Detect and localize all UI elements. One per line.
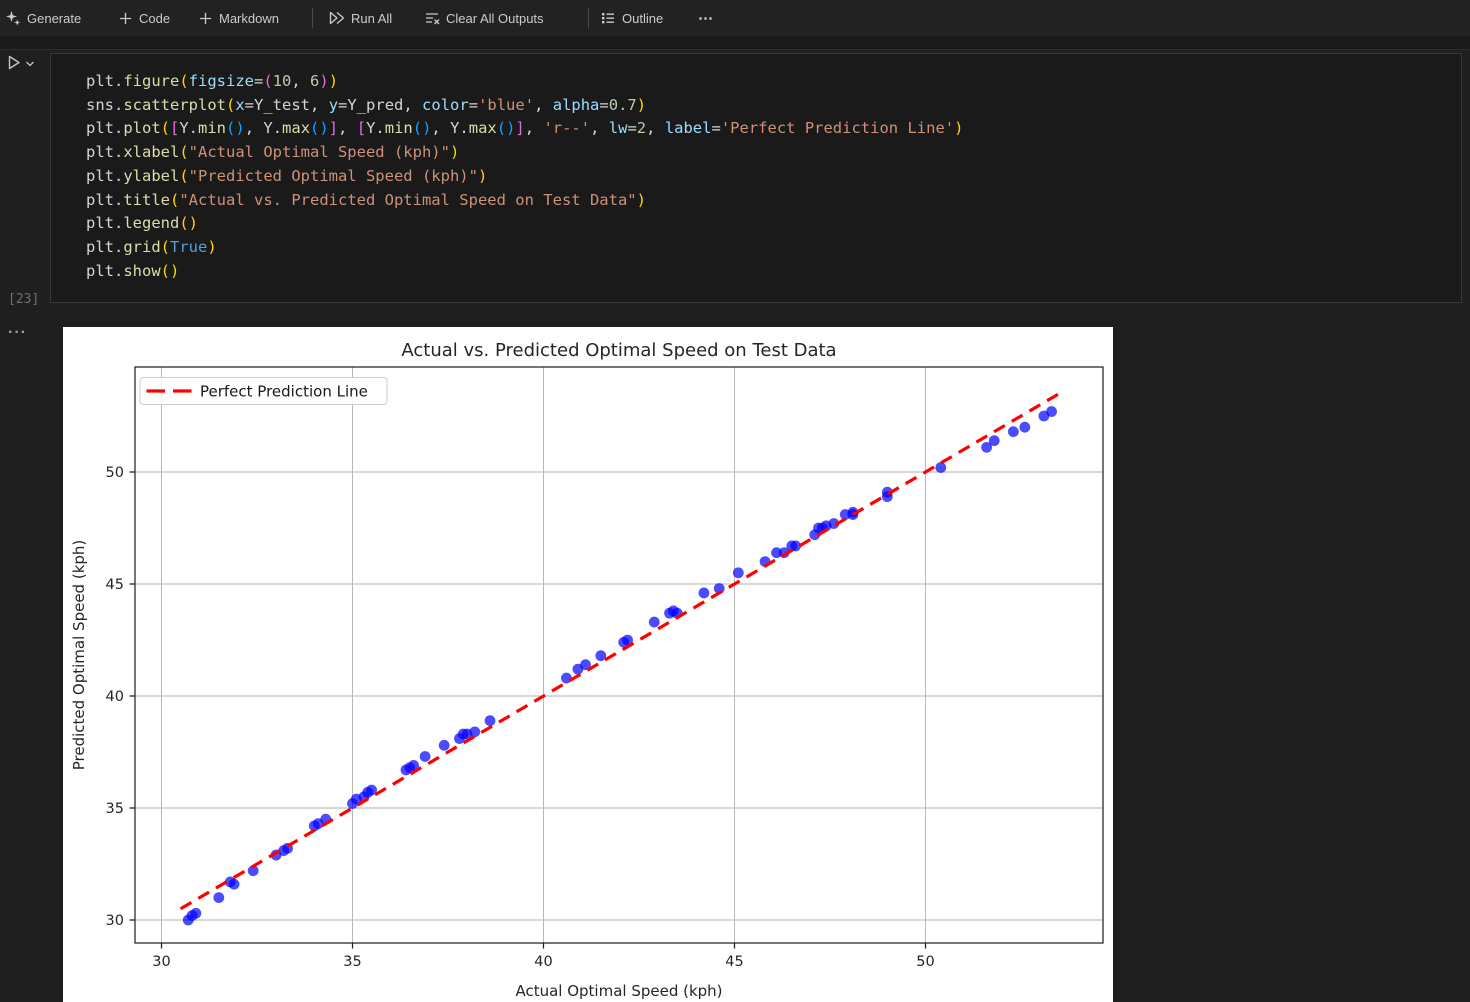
add-code-label: Code: [139, 11, 170, 26]
svg-text:30: 30: [106, 913, 124, 929]
svg-text:Actual vs. Predicted Optimal S: Actual vs. Predicted Optimal Speed on Te…: [401, 340, 836, 361]
outline-icon: [600, 10, 616, 26]
vscode-notebook: Generate Code Markdown Run All: [0, 0, 1470, 1002]
plus-icon: [118, 11, 133, 26]
svg-text:30: 30: [152, 954, 170, 970]
chevron-down-icon: [25, 55, 35, 72]
run-cell-button[interactable]: [6, 54, 35, 72]
add-markdown-label: Markdown: [219, 11, 279, 26]
svg-text:Perfect Prediction Line: Perfect Prediction Line: [200, 383, 368, 401]
execution-count: [23]: [8, 292, 39, 307]
plus-icon: [198, 11, 213, 26]
generate-button[interactable]: Generate: [5, 0, 81, 36]
output-more-button[interactable]: ···: [8, 326, 27, 340]
scatter-chart: 30 35 40 45 50 30 35 40 45 50 Perfect Prediction L…: [63, 327, 1113, 1002]
play-icon: [6, 54, 22, 71]
svg-text:Actual Optimal Speed (kph): Actual Optimal Speed (kph): [515, 982, 722, 1000]
svg-text:35: 35: [106, 801, 124, 817]
svg-text:50: 50: [106, 465, 124, 481]
outline-label: Outline: [622, 11, 663, 26]
clear-all-icon: [424, 10, 440, 26]
clear-all-outputs-label: Clear All Outputs: [446, 11, 544, 26]
run-all-icon: [328, 10, 345, 26]
outline-button[interactable]: Outline: [600, 0, 663, 36]
add-code-button[interactable]: Code: [118, 0, 170, 36]
add-markdown-button[interactable]: Markdown: [198, 0, 279, 36]
clear-all-outputs-button[interactable]: Clear All Outputs: [424, 0, 544, 36]
generate-label: Generate: [27, 11, 81, 26]
ellipsis-icon: ⋯: [698, 9, 713, 27]
notebook-toolbar: Generate Code Markdown Run All: [0, 0, 1470, 36]
run-all-button[interactable]: Run All: [328, 0, 392, 36]
sparkle-icon: [5, 10, 21, 26]
cell-code[interactable]: plt.figure(figsize=(10, 6))sns.scatterpl…: [86, 70, 963, 283]
svg-text:45: 45: [106, 577, 124, 593]
svg-text:40: 40: [106, 689, 124, 705]
svg-text:50: 50: [916, 954, 934, 970]
svg-text:Predicted Optimal Speed (kph): Predicted Optimal Speed (kph): [70, 540, 88, 771]
toolbar-divider: [312, 8, 313, 28]
toolbar-divider: [588, 8, 589, 28]
svg-text:35: 35: [343, 954, 361, 970]
toolbar-more-button[interactable]: ⋯: [698, 0, 713, 36]
svg-text:45: 45: [725, 954, 743, 970]
run-all-label: Run All: [351, 11, 392, 26]
svg-text:40: 40: [534, 954, 552, 970]
toolbar-separator: [0, 36, 1470, 50]
plot-output-image: 30 35 40 45 50 30 35 40 45 50 Perfect Prediction L…: [63, 327, 1113, 1002]
